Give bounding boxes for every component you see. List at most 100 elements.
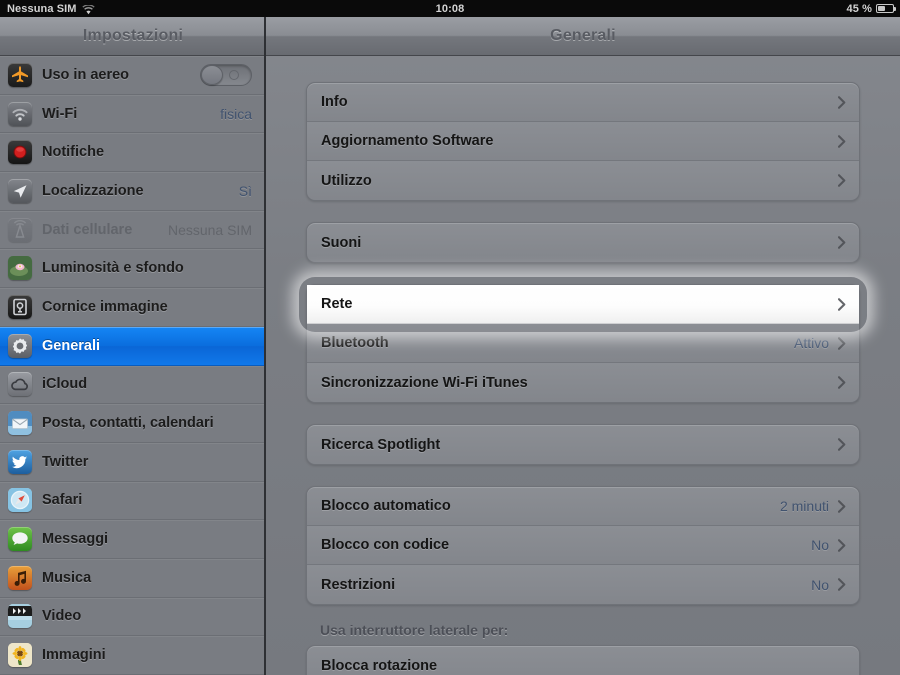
brightness-icon (8, 256, 32, 281)
settings-row-blocco-automatico[interactable]: Blocco automatico 2 minuti (307, 487, 859, 526)
settings-row-label: Rete (321, 296, 353, 312)
settings-row-value: 2 minuti (779, 498, 829, 514)
chevron-right-icon (838, 174, 846, 187)
status-bar-right: 45 % (846, 2, 896, 15)
music-icon (8, 565, 32, 590)
settings-row-label: Restrizioni (321, 576, 396, 593)
twitter-icon (8, 449, 32, 474)
icloud-icon (8, 372, 32, 397)
sidebar-item-label: Dati cellulare (42, 221, 133, 238)
sidebar-item-label: Wi-Fi (42, 105, 78, 122)
sidebar-item-label: Luminosità e sfondo (42, 260, 184, 277)
sidebar-item-video[interactable]: Video (0, 598, 264, 637)
airplane-icon (8, 62, 32, 87)
safari-icon (8, 488, 32, 513)
settings-row-blocca-rotazione[interactable]: Blocca rotazione (307, 646, 859, 675)
sidebar-item-label: Musica (42, 569, 92, 586)
picture-frame-icon (8, 294, 32, 319)
sidebar-title: Impostazioni (82, 27, 184, 44)
settings-row-ricerca-spotlight[interactable]: Ricerca Spotlight (307, 425, 859, 464)
settings-row-sincronizzazione-wi-fi-itunes[interactable]: Sincronizzazione Wi-Fi iTunes (307, 363, 859, 402)
sidebar-item-dati-cellulare: Dati cellulare Nessuna SIM (0, 211, 264, 250)
sidebar-item-localizzazione[interactable]: Localizzazione Sì (0, 172, 264, 211)
detail-scroll-area: Info Aggiornamento Software Utilizzo Suoni R… (266, 56, 900, 675)
chevron-right-icon (838, 438, 846, 451)
status-bar: Nessuna SIM 10:08 45 % (0, 0, 900, 17)
sidebar-item-luminosit-e-sfondo[interactable]: Luminosità e sfondo (0, 249, 264, 289)
sidebar-item-label: Uso in aereo (42, 66, 130, 83)
settings-sidebar[interactable]: Uso in aereo Wi-Fi fisica Notifiche Localizz… (0, 56, 264, 675)
sidebar-item-wi-fi[interactable]: Wi-Fi fisica (0, 95, 264, 134)
settings-row-blocco-con-codice[interactable]: Blocco con codice No (307, 526, 859, 565)
notifications-icon (8, 140, 32, 165)
sidebar-item-value: fisica (220, 105, 252, 122)
settings-row-utilizzo[interactable]: Utilizzo (307, 161, 859, 200)
group-header: Usa interruttore laterale per: (320, 622, 509, 638)
sidebar-item-icloud[interactable]: iCloud (0, 366, 264, 405)
settings-row-rete[interactable]: Rete (307, 285, 859, 324)
detail-title: Generali (550, 27, 616, 44)
settings-row-label: Info (321, 94, 348, 110)
settings-detail-panel[interactable]: Info Aggiornamento Software Utilizzo Suoni R… (266, 56, 900, 675)
battery-icon (876, 4, 896, 13)
general-gear-icon (8, 333, 32, 358)
settings-row-value: No (811, 576, 829, 593)
settings-row-aggiornamento-software[interactable]: Aggiornamento Software (307, 122, 859, 161)
photos-icon (8, 643, 32, 668)
toggle-knob[interactable] (201, 64, 223, 85)
settings-group: Info Aggiornamento Software Utilizzo (306, 82, 860, 201)
panel-divider (264, 17, 266, 675)
sidebar-item-notifiche[interactable]: Notifiche (0, 133, 264, 173)
sidebar-item-messaggi[interactable]: Messaggi (0, 520, 264, 559)
chevron-right-icon (838, 538, 846, 552)
location-icon (8, 178, 32, 203)
sidebar-item-safari[interactable]: Safari (0, 482, 264, 521)
chevron-right-icon (838, 236, 846, 249)
settings-row-suoni[interactable]: Suoni (307, 223, 859, 262)
sidebar-item-label: iCloud (42, 376, 88, 393)
chevron-right-icon (838, 95, 846, 109)
settings-row-label: Sincronizzazione Wi-Fi iTunes (321, 374, 528, 391)
chevron-right-icon (838, 499, 846, 513)
settings-row-label: Bluetooth (321, 335, 389, 351)
wifi-settings-icon (8, 101, 32, 126)
sidebar-item-immagini[interactable]: Immagini (0, 636, 264, 675)
settings-row-label: Suoni (321, 234, 362, 251)
settings-row-label: Aggiornamento Software (321, 133, 494, 149)
video-icon (8, 604, 32, 629)
sidebar-item-uso-in-aereo[interactable]: Uso in aereo (0, 56, 264, 95)
settings-row-label: Ricerca Spotlight (321, 436, 441, 453)
settings-group: Suoni (306, 222, 860, 263)
chevron-right-icon (838, 134, 846, 148)
sidebar-item-label: Cornice immagine (42, 298, 168, 315)
detail-navbar: Generali (266, 17, 900, 56)
sidebar-item-generali[interactable]: Generali (0, 326, 264, 366)
sidebar-item-cornice-immagine[interactable]: Cornice immagine (0, 288, 264, 327)
settings-row-label: Blocco con codice (321, 537, 450, 553)
settings-row-label: Utilizzo (321, 172, 372, 189)
messages-icon (8, 527, 32, 552)
battery-percent-label: 45 % (846, 2, 872, 15)
sidebar-item-musica[interactable]: Musica (0, 559, 264, 598)
settings-row-info[interactable]: Info (307, 83, 859, 122)
sidebar-item-label: Posta, contatti, calendari (42, 415, 214, 432)
sidebar-item-label: Video (42, 608, 82, 625)
settings-group: Rete Bluetooth Attivo Sincronizzazione Wi-F… (306, 284, 860, 403)
chevron-right-icon (838, 336, 846, 350)
sidebar-item-posta-contatti-calendari[interactable]: Posta, contatti, calendari (0, 404, 264, 443)
clock-label: 10:08 (435, 2, 465, 15)
sidebar-item-label: Notifiche (42, 144, 105, 161)
airplane-mode-toggle[interactable] (200, 63, 252, 86)
settings-row-restrizioni[interactable]: Restrizioni No (307, 565, 859, 604)
toggle-off-ring (229, 69, 239, 80)
sidebar-item-label: Messaggi (42, 531, 109, 548)
sidebar-item-value: Sì (238, 182, 252, 199)
ipad-settings-screen: Nessuna SIM 10:08 45 % Impostazioni Gene… (0, 0, 900, 675)
sidebar-item-label: Generali (42, 337, 101, 354)
sidebar-navbar: Impostazioni (0, 17, 266, 56)
sidebar-item-twitter[interactable]: Twitter (0, 443, 264, 482)
settings-row-value: No (811, 537, 829, 553)
chevron-right-icon (838, 376, 846, 389)
settings-row-bluetooth[interactable]: Bluetooth Attivo (307, 324, 859, 363)
sidebar-item-label: Twitter (42, 453, 89, 470)
